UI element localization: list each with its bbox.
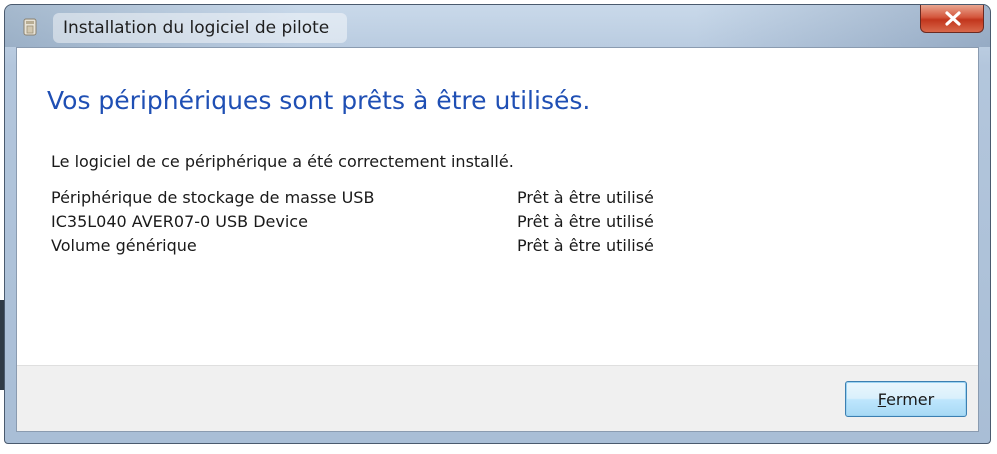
driver-install-icon [21,17,39,37]
list-item: IC35L040 AVER07-0 USB Device Prêt à être… [51,212,751,236]
title-bar[interactable]: Installation du logiciel de pilote [5,5,990,47]
page-title: Vos périphériques sont prêts à être util… [47,86,591,115]
device-name: IC35L040 AVER07-0 USB Device [51,212,308,231]
device-list: Périphérique de stockage de masse USB Pr… [51,188,751,260]
dialog-footer: Fermer [17,365,978,431]
list-item: Périphérique de stockage de masse USB Pr… [51,188,751,212]
list-item: Volume générique Prêt à être utilisé [51,236,751,260]
device-status: Prêt à être utilisé [517,212,654,231]
device-name: Volume générique [51,236,197,255]
device-name: Périphérique de stockage de masse USB [51,188,375,207]
device-status: Prêt à être utilisé [517,188,654,207]
dialog-content: Vos périphériques sont prêts à être util… [16,47,979,432]
fermer-button[interactable]: Fermer [845,381,967,417]
device-status: Prêt à être utilisé [517,236,654,255]
fermer-mnemonic: F [877,390,887,409]
window-title: Installation du logiciel de pilote [53,13,348,43]
fermer-label: ermer [886,390,935,409]
install-summary: Le logiciel de ce périphérique a été cor… [51,152,514,171]
driver-install-dialog: Installation du logiciel de pilote Vos p… [4,4,991,444]
close-button[interactable] [920,5,984,33]
close-icon [945,11,961,26]
